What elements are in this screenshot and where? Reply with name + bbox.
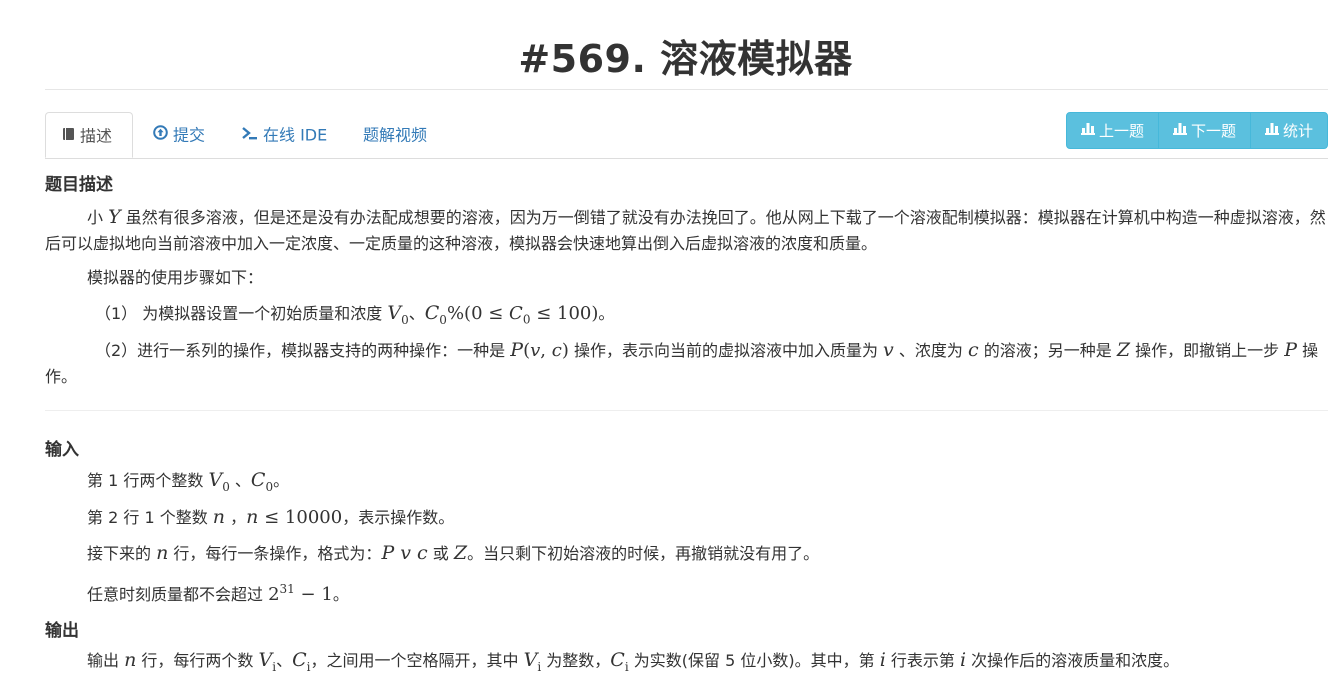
- output-l1-d: ，之间用一个空格隔开，其中: [310, 651, 524, 670]
- math-n-bound-value: ≤ 10000: [258, 507, 343, 528]
- math-V0: V0: [208, 469, 230, 494]
- tab-online-ide[interactable]: 在线 IDE: [242, 112, 327, 158]
- step2-text-c: 、浓度为: [893, 341, 968, 360]
- bar-chart-icon: [1264, 112, 1279, 149]
- terminal-icon: [242, 112, 258, 158]
- tab-solution-video-label: 题解视频: [363, 125, 428, 145]
- book-icon: [62, 113, 75, 159]
- input-line-3: 接下来的 n 行，每行一条操作，格式为：P v c 或 Z。当只剩下初始溶液的时…: [45, 540, 1328, 567]
- tab-submit[interactable]: 提交: [153, 112, 205, 158]
- step2-text-e: 操作，即撤销上一步: [1130, 341, 1285, 360]
- math-V0: V0: [387, 302, 409, 327]
- input-l1-a: 第 1 行两个整数: [87, 471, 209, 490]
- output-heading: 输出: [45, 621, 79, 641]
- output-l1-h: 次操作后的溶液质量和浓度。: [966, 651, 1180, 670]
- output-l1-g: 行表示第: [885, 651, 960, 670]
- description-paragraph-1: 小 Y 虽然有很多溶液，但是还是没有办法配成想要的溶液，因为万一倒错了就没有办法…: [45, 204, 1328, 257]
- math-Vi: Vi: [523, 649, 542, 674]
- step-1: （1） 为模拟器设置一个初始质量和浓度 V0、C0%(0 ≤ C0 ≤ 100)…: [95, 302, 615, 327]
- next-problem-button[interactable]: 下一题: [1157, 112, 1251, 149]
- tab-solution-video[interactable]: 题解视频: [363, 112, 427, 158]
- title-divider: [45, 89, 1328, 90]
- step2-text-a: （2）进行一系列的操作，模拟器支持的两种操作：一种是: [95, 341, 511, 360]
- section-divider: [45, 410, 1328, 411]
- math-C0: C0: [250, 469, 274, 494]
- math-Ci: Ci: [292, 649, 311, 674]
- math-Pvc-format: P v c: [381, 542, 428, 564]
- math-n-bound: n: [246, 506, 259, 528]
- navigation-button-group: 上一题 下一题 统计: [1065, 112, 1328, 149]
- input-l1-b: 、: [229, 471, 251, 490]
- math-bound: 231 − 1: [268, 582, 333, 605]
- step-2: （2）进行一系列的操作，模拟器支持的两种操作：一种是 P(v, c) 操作，表示…: [45, 337, 1328, 390]
- input-l2-b: ，: [225, 508, 247, 527]
- upload-circle-icon: [153, 112, 168, 158]
- next-problem-label: 下一题: [1190, 122, 1236, 140]
- math-range: %(0 ≤ C0 ≤ 100): [446, 303, 599, 327]
- math-Vi: Vi: [258, 649, 277, 674]
- math-Pvc: P: [510, 339, 524, 361]
- input-l1-end: 。: [273, 471, 290, 490]
- input-l3-b: 行，每行一条操作，格式为：: [168, 544, 382, 563]
- input-l3-a: 接下来的: [87, 544, 157, 563]
- math-Ci: Ci: [610, 649, 629, 674]
- math-v: v: [883, 339, 894, 361]
- step1-text: （1） 为模拟器设置一个初始质量和浓度: [95, 304, 388, 323]
- output-line-1: 输出 n 行，每行两个数 Vi、Ci，之间用一个空格隔开，其中 Vi 为整数，C…: [45, 647, 1328, 680]
- tab-describe-label: 描述: [80, 126, 113, 146]
- math-Pvc-args: (v, c): [523, 340, 569, 361]
- page-title: #569. 溶液模拟器: [518, 37, 853, 81]
- math-Z: Z: [453, 542, 468, 564]
- input-l2-c: ，表示操作数。: [342, 508, 455, 527]
- math-n: n: [212, 506, 226, 528]
- input-l4-a: 任意时刻质量都不会超过: [87, 585, 269, 604]
- math-n: n: [156, 542, 169, 564]
- input-line-4: 任意时刻质量都不会超过 231 − 1。: [45, 576, 1328, 608]
- input-l4-end: 。: [332, 585, 349, 604]
- tab-describe[interactable]: 描述: [45, 112, 133, 158]
- output-l1-c: 、: [276, 651, 293, 670]
- input-line-2: 第 2 行 1 个整数 n ，n ≤ 10000，表示操作数。: [45, 504, 1328, 531]
- step2-text-b: 操作，表示向当前的虚拟溶液中加入质量为: [568, 341, 884, 360]
- math-P: P: [1284, 339, 1297, 361]
- step2-text-d: 的溶液；另一种是: [978, 341, 1117, 360]
- stats-label: 统计: [1282, 122, 1313, 140]
- step1-end: 。: [598, 304, 615, 323]
- input-l3-d: 。当只剩下初始溶液的时候，再撤销就没有用了。: [467, 544, 820, 563]
- input-line-1: 第 1 行两个整数 V0 、C0。: [45, 467, 1328, 500]
- math-C0: C0: [424, 302, 447, 327]
- bar-chart-icon: [1172, 112, 1187, 149]
- para1-text-a: 小: [87, 208, 109, 227]
- input-l3-c: 或: [427, 544, 454, 563]
- stats-button[interactable]: 统计: [1249, 112, 1328, 149]
- output-l1-b: 行，每行两个数: [136, 651, 259, 670]
- prev-problem-label: 上一题: [1098, 122, 1144, 140]
- description-heading: 题目描述: [45, 175, 113, 195]
- para1-text-b: 虽然有很多溶液，但是还是没有办法配成想要的溶液，因为万一倒错了就没有办法挽回了。…: [45, 208, 1326, 253]
- input-l2-a: 第 2 行 1 个整数: [87, 508, 213, 527]
- math-n: n: [124, 649, 137, 671]
- input-heading: 输入: [45, 440, 79, 460]
- tab-submit-label: 提交: [173, 125, 206, 145]
- math-Y: Y: [108, 206, 121, 228]
- output-l1-f: 为实数(保留 5 位小数)。其中，第: [628, 651, 880, 670]
- output-l1-e: 为整数，: [541, 651, 611, 670]
- bar-chart-icon: [1080, 112, 1095, 149]
- prev-problem-button[interactable]: 上一题: [1065, 112, 1159, 149]
- tab-online-ide-label: 在线 IDE: [263, 125, 328, 145]
- description-paragraph-2: 模拟器的使用步骤如下：: [87, 268, 264, 287]
- math-c: c: [967, 339, 979, 361]
- output-l1-a: 输出: [87, 651, 125, 670]
- math-Z: Z: [1116, 339, 1131, 361]
